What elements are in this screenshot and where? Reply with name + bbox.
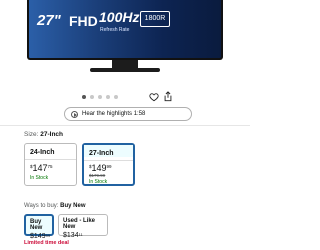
size-selected-value: 27-Inch (40, 131, 64, 138)
buy-option-title: Used - Like New (63, 218, 96, 230)
size-option-name: 27-Inch (84, 145, 133, 157)
price-whole: 149 (33, 233, 46, 240)
size-badge: 27" (37, 12, 61, 29)
resolution-badge: FHD (69, 13, 98, 29)
size-label: Size: 27-Inch (24, 131, 63, 138)
play-icon (71, 110, 78, 118)
curvature-badge: 1800R (140, 11, 170, 27)
gallery-dot[interactable] (114, 95, 118, 99)
gallery-dots (82, 95, 118, 99)
size-label-prefix: Size: (24, 131, 39, 138)
used-like-new-option[interactable]: Used - Like New $13411 (58, 214, 108, 239)
gallery-dot[interactable] (98, 95, 102, 99)
size-option-price: $14999 (89, 163, 112, 173)
ways-to-buy-label: Ways to buy: Buy New (24, 203, 85, 209)
share-icon[interactable] (163, 91, 173, 102)
divider (84, 160, 133, 161)
refresh-badge: 100Hz (99, 9, 140, 25)
limited-time-deal-badge: Limited time deal (24, 240, 69, 246)
gallery-dot[interactable] (82, 95, 86, 99)
stock-status: In Stock (30, 175, 49, 181)
price-whole: 134 (66, 232, 79, 239)
gallery-dot[interactable] (106, 95, 110, 99)
hear-highlights-button[interactable]: Hear the highlights 1:58 (64, 107, 192, 121)
highlights-label: Hear the highlights 1:58 (82, 111, 146, 117)
buy-option-title: Buy New (30, 219, 43, 231)
size-option-24-inch[interactable]: 24-Inch $14775 In Stock (24, 143, 77, 186)
product-image[interactable]: 27" FHD 100Hz Refresh Rate 1800R (0, 0, 250, 90)
size-option-price: $14775 (30, 163, 53, 173)
price-cents: 99 (106, 164, 112, 169)
ways-selected-value: Buy New (60, 203, 86, 209)
refresh-sub-label: Refresh Rate (100, 27, 130, 33)
price-cents: 75 (47, 164, 53, 169)
price-whole: 149 (91, 163, 107, 173)
monitor-screen: 27" FHD 100Hz Refresh Rate 1800R (27, 0, 223, 60)
list-price: $179.99 (89, 173, 106, 178)
size-option-name: 24-Inch (30, 149, 55, 156)
ways-label-prefix: Ways to buy: (24, 203, 59, 209)
currency-symbol: $ (89, 164, 92, 169)
gallery-dot[interactable] (90, 95, 94, 99)
stock-status: In Stock (89, 179, 108, 185)
price-cents: 99 (45, 233, 51, 238)
price-whole: 147 (32, 163, 48, 173)
monitor-stand-base (90, 68, 160, 72)
divider (0, 125, 250, 126)
buy-new-option[interactable]: Buy New $14999 (24, 214, 54, 240)
divider (25, 159, 76, 160)
monitor-stand (112, 60, 138, 68)
price-cents: 11 (78, 232, 83, 237)
buy-option-price: $13411 (63, 232, 107, 239)
heart-icon[interactable] (149, 92, 159, 102)
currency-symbol: $ (30, 164, 33, 169)
size-option-27-inch[interactable]: 27-Inch $14999 $179.99 In Stock (82, 143, 135, 186)
buy-option-price: $14999 (30, 233, 52, 240)
